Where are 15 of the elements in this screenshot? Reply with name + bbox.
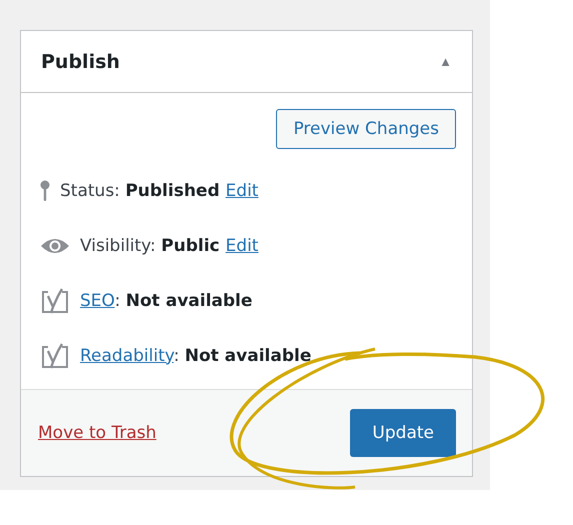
status-text: Status: Published Edit <box>60 180 258 200</box>
row-link[interactable]: Edit <box>226 180 258 200</box>
row-link[interactable]: Edit <box>226 236 258 256</box>
status-text: SEO: Not available <box>80 290 252 310</box>
panel-title: Publish <box>41 50 120 72</box>
move-to-trash-link[interactable]: Move to Trash <box>38 423 156 443</box>
row-link[interactable]: Readability <box>80 346 174 366</box>
row-link[interactable]: SEO <box>80 290 115 310</box>
update-button[interactable]: Update <box>350 409 456 457</box>
eye-icon <box>40 236 70 254</box>
preview-changes-button[interactable]: Preview Changes <box>276 109 456 149</box>
status-text: Readability: Not available <box>80 346 312 366</box>
pin-icon <box>40 180 50 202</box>
status-text: Visibility: Public Edit <box>80 236 258 256</box>
collapse-toggle[interactable]: ▲ <box>439 54 452 69</box>
